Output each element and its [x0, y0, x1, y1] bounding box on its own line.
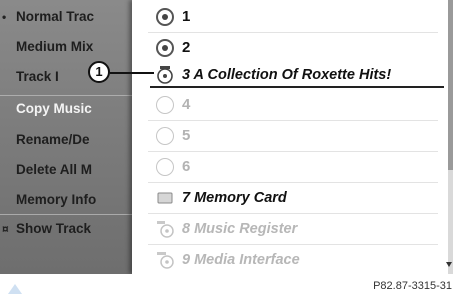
menu-item-show-track[interactable]: ¤ Show Track: [0, 216, 132, 242]
list-item-label: 2: [182, 39, 191, 56]
list-item-5[interactable]: 5: [132, 121, 448, 151]
menu-divider: [0, 214, 132, 215]
list-item-label: 9 Media Interface: [182, 252, 300, 268]
cd-icon: [156, 66, 174, 84]
menu-checkbox-icon: ¤: [2, 222, 9, 236]
list-item-label: 6: [182, 158, 191, 175]
radio-empty-icon: [156, 96, 174, 114]
selection-underline: [150, 86, 444, 88]
list-item-6[interactable]: 6: [132, 152, 448, 182]
list-item-2[interactable]: 2: [132, 33, 448, 63]
list-item-8[interactable]: 8 Music Register: [132, 214, 448, 244]
radio-empty-icon: [156, 127, 174, 145]
menu-bullet: •: [2, 10, 7, 24]
disc-radio-selected-icon: [156, 39, 174, 57]
disc-radio-selected-icon: [156, 8, 174, 26]
menu-item-label: Rename/De: [16, 132, 90, 147]
menu-item-rename-delete[interactable]: Rename/De: [0, 127, 132, 153]
list-item-label: 1: [182, 8, 191, 25]
callout-leader-line: [110, 72, 154, 74]
list-item-label: 8 Music Register: [182, 221, 298, 237]
figure-caption: P82.87-3315-31: [373, 280, 452, 292]
menu-item-label: Show Track: [16, 221, 92, 236]
list-item-9[interactable]: 9 Media Interface: [132, 245, 448, 274]
memory-card-icon: [156, 189, 174, 207]
list-item-4[interactable]: 4: [132, 90, 448, 120]
corner-triangle-icon: [8, 284, 22, 294]
list-item-7[interactable]: 7 Memory Card: [132, 183, 448, 213]
list-item-label: 7 Memory Card: [182, 190, 287, 206]
list-item-label: 5: [182, 127, 191, 144]
menu-item-label: Normal Trac: [16, 9, 95, 24]
menu-item-label: Copy Music: [16, 101, 92, 116]
menu-item-label: Medium Mix: [16, 39, 94, 54]
radio-empty-icon: [156, 158, 174, 176]
list-item-label: 4: [182, 96, 191, 113]
menu-item-label: Track I: [16, 69, 59, 84]
media-interface-icon: [156, 251, 174, 269]
scrollbar-thumb[interactable]: [448, 0, 453, 170]
menu-item-memory-info[interactable]: Memory Info: [0, 187, 132, 213]
list-item-3-selected[interactable]: 3 A Collection Of Roxette Hits!: [132, 60, 448, 90]
menu-item-label: Memory Info: [16, 192, 97, 207]
menu-item-delete-all[interactable]: Delete All M: [0, 157, 132, 183]
scroll-down-arrow-icon: [446, 262, 452, 267]
menu-item-track-info[interactable]: Track I: [0, 64, 132, 90]
menu-item-copy-music[interactable]: Copy Music: [0, 96, 132, 122]
media-screen: • Normal Trac Medium Mix Track I Copy Mu…: [0, 0, 453, 274]
menu-item-normal-track[interactable]: • Normal Trac: [0, 4, 132, 30]
menu-item-label: Delete All M: [16, 162, 93, 177]
menu-item-medium-mix[interactable]: Medium Mix: [0, 34, 132, 60]
source-list-panel: 1 2 3 A Collection Of Roxette Hits! 4 5 …: [132, 0, 448, 274]
callout-marker: 1: [88, 61, 110, 83]
music-register-icon: [156, 220, 174, 238]
list-item-1[interactable]: 1: [132, 2, 448, 32]
background-menu: • Normal Trac Medium Mix Track I Copy Mu…: [0, 0, 132, 274]
